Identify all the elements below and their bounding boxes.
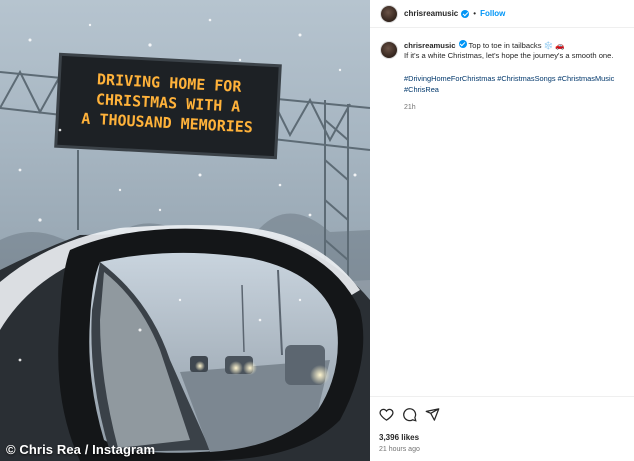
caption-line-1: Top to toe in tailbacks ❄️ 🚗 — [468, 41, 565, 50]
separator-dot: • — [473, 9, 477, 18]
likes-count[interactable]: 3,396 likes — [379, 433, 419, 442]
post-timestamp: 21 hours ago — [379, 446, 420, 453]
avatar[interactable] — [380, 4, 398, 23]
caption-text: chrisreamusic Top to toe in tailbacks ❄️… — [404, 40, 613, 61]
share-icon[interactable] — [425, 407, 440, 422]
username-link[interactable]: chrisreamusic — [404, 9, 458, 18]
caption-timestamp: 21h — [404, 104, 416, 111]
photo-credit: © Chris Rea / Instagram — [6, 442, 156, 457]
caption-username[interactable]: chrisreamusic — [404, 41, 456, 50]
follow-button[interactable]: Follow — [480, 9, 505, 18]
verified-icon — [461, 9, 470, 18]
actions-divider — [370, 396, 634, 397]
action-icons — [379, 407, 440, 422]
heart-icon[interactable] — [379, 407, 394, 422]
post-header: chrisreamusic • Follow — [370, 0, 634, 28]
post-photo: DRIVING HOME FOR CHRISTMAS WITH A A THOU… — [0, 0, 370, 461]
caption-line-2: If it's a white Christmas, let's hope th… — [404, 51, 614, 60]
post-side-panel: chrisreamusic • Follow chrisreamusic Top… — [370, 0, 634, 461]
snowy-motorway-scene: DRIVING HOME FOR CHRISTMAS WITH A A THOU… — [0, 18, 370, 461]
caption-verified-icon — [458, 40, 467, 48]
hashtags[interactable]: #DrivingHomeForChristmas #ChristmasSongs… — [404, 73, 634, 95]
comment-icon[interactable] — [402, 407, 417, 422]
caption-avatar[interactable] — [380, 41, 398, 59]
post-caption: chrisreamusic Top to toe in tailbacks ❄️… — [380, 40, 630, 111]
